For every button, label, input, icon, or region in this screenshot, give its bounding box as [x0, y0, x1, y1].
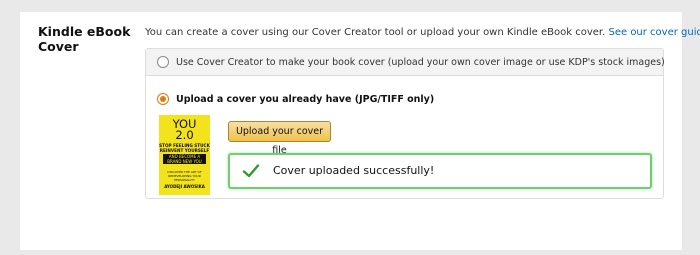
cover-options-box: Use Cover Creator to make your book cove… — [145, 48, 665, 199]
radio-cover-creator[interactable] — [157, 56, 169, 68]
checkmark-icon — [242, 164, 260, 178]
cover-guidelines-link[interactable]: See our cover guidelines. — [608, 27, 700, 38]
cover-tagline: DISCOVER THE ART OF REDEVELOPING YOUR PE… — [167, 170, 202, 182]
intro-description: You can create a cover using our Cover C… — [145, 27, 606, 38]
cover-subtitle: STOP FEELING STUCK REINVENT YOURSELF — [159, 143, 210, 153]
intro-text: You can create a cover using our Cover C… — [145, 27, 700, 38]
option-cover-creator-label[interactable]: Use Cover Creator to make your book cove… — [176, 57, 665, 68]
radio-upload-cover[interactable] — [157, 93, 169, 105]
upload-cover-button[interactable]: Upload your cover file — [228, 121, 331, 156]
upload-success-banner: Cover uploaded successfully! — [228, 153, 652, 189]
cover-subtitle-2: AND BECOME A BRAND NEW YOU — [163, 154, 206, 164]
cover-title-line2: 2.0 — [175, 128, 194, 142]
option-upload-cover-label[interactable]: Upload a cover you already have (JPG/TIF… — [176, 94, 434, 105]
kindle-cover-card: Kindle eBook Cover You can create a cove… — [20, 12, 700, 250]
cover-thumbnail: YOU 2.0 STOP FEELING STUCK REINVENT YOUR… — [159, 115, 210, 195]
section-label: Kindle eBook Cover — [38, 24, 131, 54]
upload-success-message: Cover uploaded successfully! — [273, 164, 435, 177]
cover-author: AYODEJI AWOSIKA — [164, 184, 205, 189]
option-cover-creator[interactable]: Use Cover Creator to make your book cove… — [146, 49, 665, 76]
